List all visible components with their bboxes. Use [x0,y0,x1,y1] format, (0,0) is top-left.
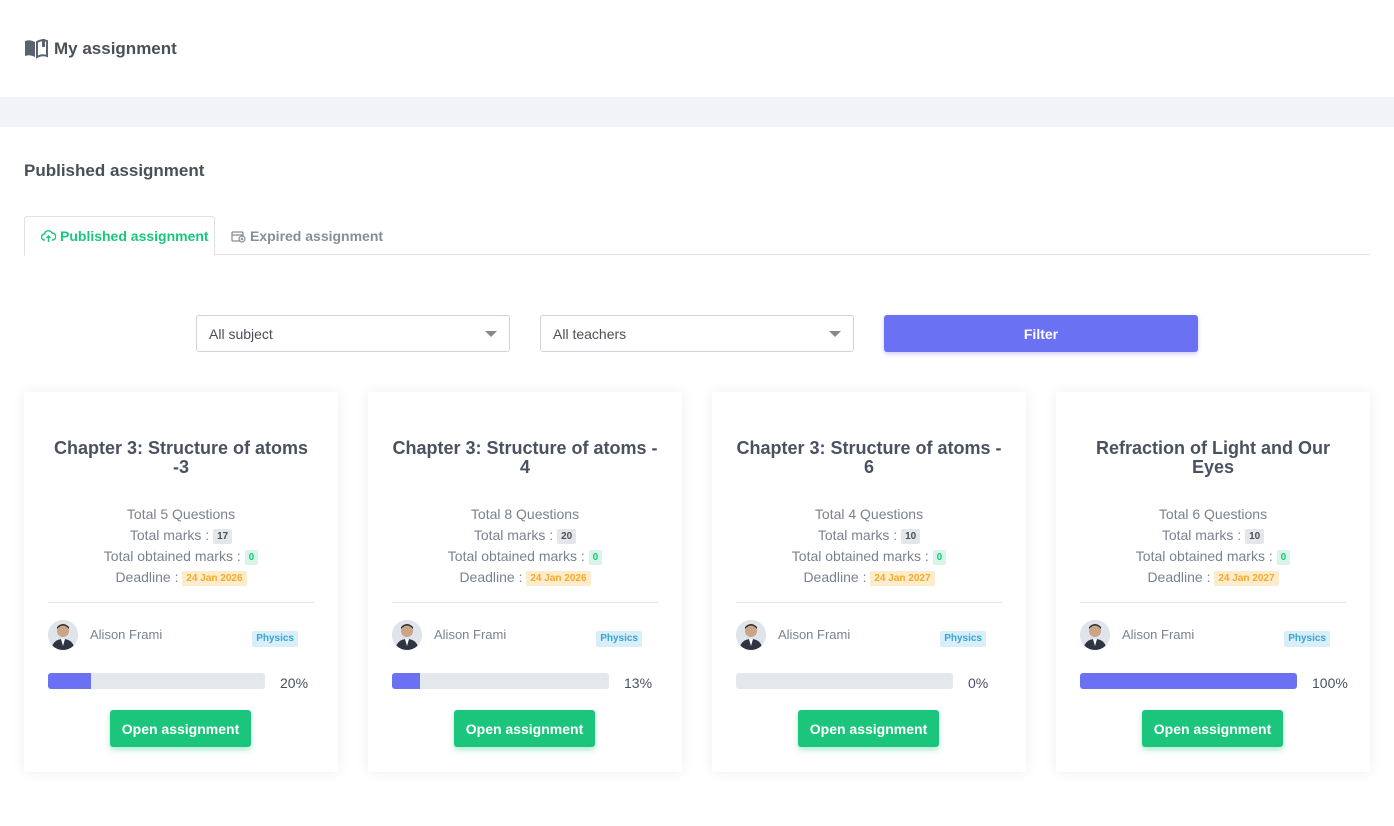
author-name: Alison Frami [434,627,507,642]
deadline-badge: 24 Jan 2026 [526,570,591,586]
teacher-select[interactable]: All teachers [540,315,854,352]
assignment-title: Refraction of Light and Our Eyes [1096,438,1330,477]
divider [48,602,314,603]
progress-percent: 13% [624,675,653,691]
divider [1080,602,1346,603]
book-open-icon [24,38,48,60]
question-count: Total 6 Questions [1158,506,1268,522]
author-name: Alison Frami [90,627,163,642]
assignment-meta: Total 8 Questions Total marks : 20 Total… [368,504,682,588]
progress-bar [736,673,953,689]
assignment-title: Chapter 3: Structure of atoms - 4 [392,438,658,477]
obtained-marks-label: Total obtained marks : [103,548,241,564]
chevron-down-icon [829,331,841,337]
obtained-marks-label: Total obtained marks : [447,548,585,564]
avatar [48,620,78,650]
filter-bar: All subject All teachers Filter [0,315,1394,352]
open-assignment-button[interactable]: Open assignment [798,710,939,747]
progress-percent: 100% [1312,675,1348,691]
total-marks-badge: 20 [557,528,577,544]
deadline-badge: 24 Jan 2027 [1214,570,1279,586]
progress-fill [392,673,421,689]
tab-published-assignment[interactable]: Published assignment [24,216,215,256]
progress-bar [1080,673,1297,689]
author-row: Alison Frami Physics [1080,620,1346,650]
filter-button[interactable]: Filter [884,315,1198,352]
progress-percent: 20% [280,675,309,691]
deadline-label: Deadline : [115,569,179,585]
question-count: Total 4 Questions [814,506,924,522]
author-row: Alison Frami Physics [48,620,314,650]
progress-fill [48,673,92,689]
avatar [736,620,766,650]
progress-percent: 0% [968,675,989,691]
author-name: Alison Frami [1122,627,1195,642]
author-row: Alison Frami Physics [736,620,1002,650]
tab-bar: Published assignment Expired assignment [24,216,1370,256]
tab-expired-assignment[interactable]: Expired assignment [231,216,383,255]
total-marks-label: Total marks : [1161,527,1242,543]
page-header: My assignment [24,38,177,60]
assignment-title: Chapter 3: Structure of atoms -3 [53,438,309,477]
assignment-title: Chapter 3: Structure of atoms - 6 [736,438,1002,477]
subject-select-value: All subject [209,325,273,342]
subject-badge: Physics [252,631,298,647]
obtained-marks-label: Total obtained marks : [1135,548,1273,564]
subject-badge: Physics [1284,631,1330,647]
calendar-x-icon [231,229,246,243]
chevron-down-icon [485,331,497,337]
question-count: Total 8 Questions [470,506,580,522]
section-title: Published assignment [24,161,205,180]
assignment-card: Chapter 3: Structure of atoms - 4 Total … [368,392,682,772]
open-assignment-button[interactable]: Open assignment [110,710,251,747]
obtained-marks-badge: 0 [932,549,947,565]
assignment-card: Refraction of Light and Our Eyes Total 6… [1056,392,1370,772]
deadline-badge: 24 Jan 2027 [870,570,935,586]
deadline-badge: 24 Jan 2026 [182,570,247,586]
tab-expired-label: Expired assignment [250,227,384,244]
divider [736,602,1002,603]
subject-badge: Physics [596,631,642,647]
teacher-select-value: All teachers [553,325,627,342]
total-marks-label: Total marks : [473,527,554,543]
question-count: Total 5 Questions [126,506,236,522]
subject-select[interactable]: All subject [196,315,510,352]
tab-published-label: Published assignment [60,228,209,244]
deadline-label: Deadline : [803,569,867,585]
total-marks-badge: 10 [901,528,921,544]
main-panel: Published assignment Published assignmen… [0,127,1394,826]
obtained-marks-badge: 0 [244,549,259,565]
divider [392,602,658,603]
assignment-card: Chapter 3: Structure of atoms -3 Total 5… [24,392,338,772]
author-row: Alison Frami Physics [392,620,658,650]
subject-badge: Physics [940,631,986,647]
progress-fill [1080,673,1297,689]
total-marks-badge: 17 [213,528,233,544]
total-marks-label: Total marks : [817,527,898,543]
total-marks-badge: 10 [1245,528,1265,544]
assignment-meta: Total 5 Questions Total marks : 17 Total… [24,504,338,588]
assignment-meta: Total 6 Questions Total marks : 10 Total… [1056,504,1370,588]
progress-bar [48,673,265,689]
avatar [1080,620,1110,650]
author-name: Alison Frami [778,627,851,642]
page-title: My assignment [54,39,177,58]
assignment-cards: Chapter 3: Structure of atoms -3 Total 5… [24,392,1370,772]
open-assignment-button[interactable]: Open assignment [454,710,595,747]
top-bar: My assignment [0,0,1394,97]
obtained-marks-label: Total obtained marks : [791,548,929,564]
assignment-meta: Total 4 Questions Total marks : 10 Total… [712,504,1026,588]
obtained-marks-badge: 0 [1276,549,1291,565]
deadline-label: Deadline : [459,569,523,585]
open-assignment-button[interactable]: Open assignment [1142,710,1283,747]
deadline-label: Deadline : [1147,569,1211,585]
avatar [392,620,422,650]
progress-bar [392,673,609,689]
assignment-card: Chapter 3: Structure of atoms - 6 Total … [712,392,1026,772]
total-marks-label: Total marks : [129,527,210,543]
cloud-upload-icon [40,229,57,243]
obtained-marks-badge: 0 [588,549,603,565]
